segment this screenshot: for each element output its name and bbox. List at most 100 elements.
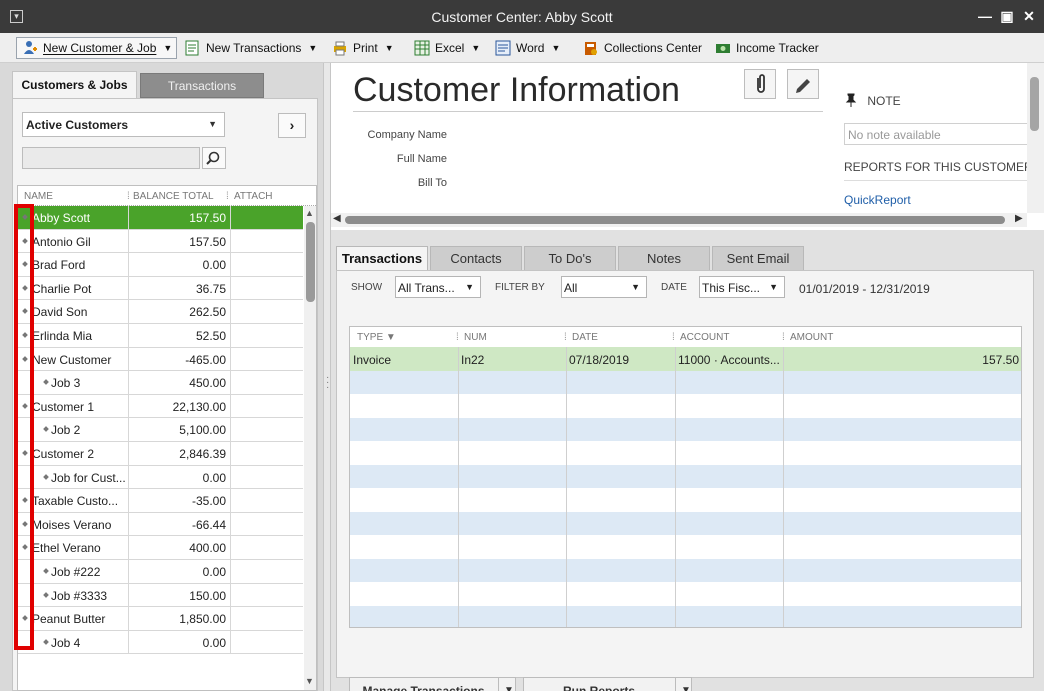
manage-transactions-button[interactable]: Manage Transactions ▼: [349, 677, 516, 691]
search-button[interactable]: [202, 147, 226, 169]
run-reports-button[interactable]: Run Reports ▼: [523, 677, 692, 691]
edit-customer-button[interactable]: [787, 69, 819, 99]
customer-name: Peanut Butter: [32, 612, 106, 627]
empty-row: [350, 370, 1021, 394]
customer-row[interactable]: David Son 262.50: [18, 300, 303, 324]
diamond-bullet-icon: [43, 379, 49, 386]
column-date[interactable]: DATE: [572, 332, 598, 343]
customer-row[interactable]: Ethel Verano 400.00: [18, 536, 303, 560]
new-customer-job-button[interactable]: New Customer & Job ▼: [16, 37, 178, 59]
filter-by-dropdown[interactable]: All ▼: [561, 276, 647, 298]
title-bar: ▾ Customer Center: Abby Scott — ▣ ✕: [0, 0, 1044, 33]
print-button[interactable]: Print ▼: [327, 37, 394, 59]
customers-list-body: Active Customers ▼ › NAME ⁞ BALANCE TOTA…: [12, 98, 318, 691]
tab-customers-jobs[interactable]: Customers & Jobs: [12, 71, 137, 98]
balance-total: 157.50: [189, 211, 226, 225]
window-title: Customer Center: Abby Scott: [431, 9, 613, 25]
panel-splitter[interactable]: · · ·: [323, 63, 331, 691]
close-button[interactable]: ✕: [1020, 7, 1038, 25]
chevron-down-icon[interactable]: ▼: [681, 678, 691, 691]
minimize-button[interactable]: —: [976, 7, 994, 25]
tab-transactions[interactable]: Transactions: [140, 73, 264, 98]
scrollbar-thumb[interactable]: [345, 216, 1005, 224]
balance-total: 0.00: [202, 470, 226, 485]
customer-name: Antonio Gil: [32, 234, 91, 249]
person-add-icon: [22, 40, 38, 56]
column-amount[interactable]: AMOUNT: [790, 332, 833, 343]
balance-total: 22,130.00: [172, 399, 226, 414]
customer-row[interactable]: Charlie Pot 36.75: [18, 276, 303, 301]
transaction-row[interactable]: Invoice In22 07/18/2019 11000 · Accounts...…: [350, 347, 1021, 371]
column-type[interactable]: TYPE ▼: [357, 332, 396, 343]
tab-sent-email[interactable]: Sent Email: [712, 246, 804, 270]
job-row[interactable]: Job 3 450.00: [18, 371, 303, 395]
tab-notes[interactable]: Notes: [618, 246, 710, 270]
excel-button[interactable]: Excel ▼: [409, 37, 480, 59]
toolbar: New Customer & Job ▼ New Transactions ▼ …: [0, 33, 1044, 63]
customer-row[interactable]: Taxable Custo... -35.00: [18, 489, 303, 513]
scrollbar-thumb[interactable]: [306, 222, 315, 302]
drag-handle-icon: · · ·: [326, 372, 330, 393]
customer-row[interactable]: Peanut Butter 1,850.00: [18, 607, 303, 631]
cell-date: 07/18/2019: [569, 353, 630, 367]
highlight-annotation-box: [14, 204, 34, 650]
customer-row[interactable]: Antonio Gil 157.50: [18, 229, 303, 254]
job-row[interactable]: Job 2 5,100.00: [18, 418, 303, 442]
word-button[interactable]: Word ▼: [490, 37, 560, 59]
customer-row[interactable]: New Customer -465.00: [18, 347, 303, 372]
transactions-body: SHOW All Trans... ▼ FILTER BY All ▼ DATE…: [336, 270, 1034, 691]
chevron-down-icon: ▼: [769, 282, 778, 292]
date-label: DATE: [661, 282, 687, 293]
customer-row[interactable]: Brad Ford 0.00: [18, 253, 303, 277]
job-row[interactable]: Job #3333 150.00: [18, 583, 303, 608]
new-transactions-button[interactable]: New Transactions ▼: [180, 37, 317, 59]
tab-contacts[interactable]: Contacts: [430, 246, 522, 270]
search-input[interactable]: [22, 147, 200, 169]
customer-row[interactable]: Customer 2 2,846.39: [18, 442, 303, 466]
filter-by-label: FILTER BY: [495, 282, 545, 293]
tab-to-dos[interactable]: To Do's: [524, 246, 616, 270]
customer-name: Customer 2: [32, 447, 95, 461]
attach-button[interactable]: [744, 69, 776, 99]
job-row[interactable]: Job 4 0.00: [18, 630, 303, 655]
scroll-up-icon[interactable]: ▲: [305, 208, 314, 218]
paperclip-icon: [757, 74, 765, 93]
scroll-right-icon[interactable]: ▶: [1015, 213, 1023, 224]
customer-row[interactable]: Moises Verano -66.44: [18, 512, 303, 537]
job-row[interactable]: Job #222 0.00: [18, 560, 303, 584]
diamond-bullet-icon: [43, 638, 49, 645]
income-tracker-button[interactable]: Income Tracker: [710, 37, 819, 59]
title-underline: [353, 111, 823, 112]
date-dropdown[interactable]: This Fisc... ▼: [699, 276, 785, 298]
info-vertical-scrollbar[interactable]: [1027, 63, 1044, 213]
balance-total: 0.00: [202, 635, 226, 650]
pencil-icon: [796, 79, 810, 93]
column-name[interactable]: NAME: [24, 191, 53, 202]
tab-transactions[interactable]: Transactions: [336, 246, 428, 271]
expand-panel-button[interactable]: ›: [278, 113, 306, 138]
collections-center-button[interactable]: Collections Center: [578, 37, 702, 59]
customer-row[interactable]: Abby Scott 157.50: [18, 206, 303, 230]
scroll-down-icon[interactable]: ▼: [305, 676, 314, 686]
column-balance-total[interactable]: BALANCE TOTAL: [133, 191, 214, 202]
quickreport-link[interactable]: QuickReport: [844, 193, 911, 207]
info-horizontal-scrollbar[interactable]: ◀ ▶: [331, 213, 1027, 227]
note-field[interactable]: No note available: [844, 123, 1029, 145]
scrollbar-thumb[interactable]: [1030, 77, 1039, 131]
customer-row[interactable]: Customer 1 22,130.00: [18, 394, 303, 419]
customer-filter-dropdown[interactable]: Active Customers ▼: [22, 112, 225, 137]
pin-icon: [845, 93, 857, 107]
show-dropdown[interactable]: All Trans... ▼: [395, 276, 481, 298]
maximize-button[interactable]: ▣: [998, 7, 1016, 25]
column-attach[interactable]: ATTACH: [234, 191, 273, 202]
customer-list: NAME ⁞ BALANCE TOTAL ⁞ ATTACH Abby Scott…: [17, 185, 317, 691]
column-account[interactable]: ACCOUNT: [680, 332, 729, 343]
balance-total: 2,846.39: [179, 447, 226, 461]
customer-row[interactable]: Erlinda Mia 52.50: [18, 324, 303, 348]
empty-row: [350, 417, 1021, 441]
column-num[interactable]: NUM: [464, 332, 487, 343]
job-row[interactable]: Job for Cust... 0.00: [18, 465, 303, 490]
chevron-down-icon[interactable]: ▼: [504, 678, 514, 691]
scroll-left-icon[interactable]: ◀: [333, 213, 341, 224]
customer-list-scrollbar[interactable]: ▲ ▼: [304, 206, 316, 690]
